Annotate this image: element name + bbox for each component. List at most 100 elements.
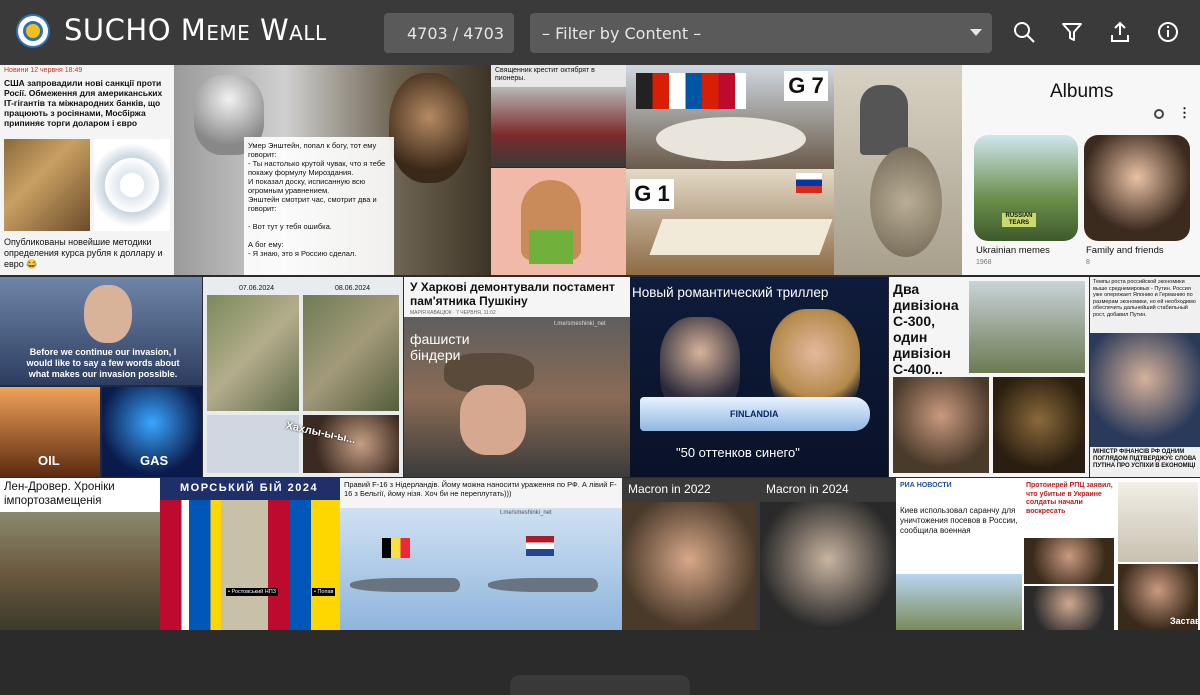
chevron-down-icon [970, 29, 982, 36]
meme-tile[interactable] [834, 65, 962, 275]
joke-text: Умер Энштейн, попал к богу, тот ему гово… [244, 137, 394, 275]
tile-subtitle: МАРІЯ КАВАЦЮК · 7 ЧЕРВНЯ, 11:02 [410, 310, 496, 316]
label-left: Macron in 2022 [628, 482, 711, 496]
tile-title: МОРСЬКИЙ БІЙ 2024 [180, 482, 319, 494]
logo [16, 14, 50, 48]
album2-count: 8 [1086, 259, 1090, 266]
jet-right [488, 578, 598, 592]
russian-flag [796, 173, 822, 193]
meme-tile[interactable]: Правий F-16 з Нідерландів. Йому можна на… [340, 478, 622, 630]
oil-label: OIL [38, 453, 60, 468]
pioneers-photo [491, 87, 626, 167]
flags-photo [160, 500, 340, 630]
wooden-car-photo [0, 512, 160, 630]
round-table [656, 117, 806, 161]
meme-tile[interactable]: МОРСЬКИЙ БІЙ 2024 • Ростовський НПЗ • По… [160, 478, 340, 630]
jet-left [350, 578, 460, 592]
image-counter[interactable]: 4703 / 4703 [384, 13, 514, 53]
meme-tile[interactable]: Священник крестит октябрят в пионеры. [491, 65, 626, 167]
search-icon[interactable] [1012, 20, 1036, 44]
tile-text: Правий F-16 з Нідерландів. Йому можна на… [344, 480, 617, 498]
meme-tile[interactable]: Два дивізіона С-300, один дивізіон С-400… [889, 277, 1089, 477]
meme-tile[interactable]: Новый романтический триллер FINLANDIA "5… [630, 277, 888, 477]
jesus-photo [389, 73, 469, 183]
belgian-flag [382, 538, 410, 558]
more-icon: ⋮ [1178, 105, 1191, 120]
tarot-cards-image [4, 139, 90, 231]
sailor-boy [860, 85, 908, 155]
meme-tile[interactable]: Albums ⋮ RUSSIAN TEARS Ukrainian memes 1… [962, 65, 1200, 275]
footer-text: Застав [1170, 616, 1200, 626]
meme-wall: Новини 12 червня 18:49 США запровадили н… [0, 65, 1200, 695]
info-icon[interactable] [1156, 20, 1180, 44]
albums-title: Albums [1050, 81, 1114, 102]
dog-image [993, 377, 1085, 473]
meme-tile[interactable]: Before we continue our invasion, I would… [0, 277, 202, 477]
upload-icon[interactable] [1108, 20, 1132, 44]
man-photo [1024, 586, 1114, 630]
tile-caption: Священник крестит октябрят в пионеры. [495, 67, 595, 82]
app-title: SUCHO Meme Wall [64, 13, 327, 47]
meme-tile[interactable]: G 1 [626, 169, 834, 275]
meme-tile[interactable]: РИА НОВОСТИ Киев использовал саранчу для… [896, 478, 1022, 630]
filter-icon[interactable] [1060, 20, 1084, 44]
watermark: t.me/smeshinki_net [554, 321, 606, 327]
satellite-image-right [303, 295, 399, 411]
album2-name: Family and friends [1086, 245, 1164, 256]
meme-tile[interactable]: У Харкові демонтували постамент пам'ятни… [404, 277, 630, 477]
flags [636, 73, 746, 109]
man-on-phone-image [893, 377, 989, 473]
tile-title: У Харкові демонтували постамент пам'ятни… [410, 280, 615, 308]
brand: РИА НОВОСТИ [900, 482, 952, 489]
meme-tile[interactable]: Протоиерей РПЦ заявил, что убитые в Укра… [1022, 478, 1200, 630]
tile-header: Новини 12 червня 18:49 [4, 67, 83, 74]
tile-title: США запровадили нові санкції проти Росії… [4, 78, 163, 128]
rabbit-shirt [529, 230, 573, 264]
meme-tile[interactable]: G 7 [626, 65, 834, 169]
label-right: Macron in 2024 [766, 482, 849, 496]
label-2: • Попав [312, 588, 336, 596]
priest-photo [1024, 538, 1114, 584]
tile-title: Лен-Дровер. Хроніки імпортозамещенія [4, 481, 115, 507]
tile-caption: "50 оттенков синего" [676, 445, 800, 460]
headline: Протоиерей РПЦ заявил, что убитые в Укра… [1026, 482, 1113, 515]
jar-label: RUSSIAN TEARS [1002, 213, 1036, 227]
face [84, 285, 132, 343]
meme-tile[interactable]: Macron in 2022 Macron in 2024 [622, 478, 896, 630]
g7-label: G 7 [784, 71, 828, 101]
headline: Киев использовал саранчу для уничтожения… [900, 506, 1018, 535]
meme-tile[interactable]: Умер Энштейн, попал к богу, тот ему гово… [174, 65, 491, 275]
macron-2022-photo [622, 502, 756, 630]
g1-label: G 1 [630, 179, 674, 209]
meme-tile[interactable]: Лен-Дровер. Хроніки імпортозамещенія [0, 478, 160, 630]
album1-count: 1968 [976, 259, 992, 266]
album-cover-woman [1084, 135, 1190, 241]
tile-title: Новый романтический триллер [632, 285, 829, 300]
meme-tile[interactable]: 07.06.2024 08.06.2024 Хахлы-ы-ы... [203, 277, 403, 477]
gas-label: GAS [140, 453, 169, 468]
jar-photo [1118, 482, 1198, 562]
dutch-flag [526, 536, 554, 556]
meme-tile[interactable]: Новини 12 червня 18:49 США запровадили н… [0, 65, 174, 275]
date-left: 07.06.2024 [239, 285, 275, 292]
tile-caption: Опубликованы новейшие методики определен… [4, 237, 163, 269]
search-icon [1154, 109, 1164, 119]
overlay-text: фашисти біндери [410, 331, 470, 363]
zodiac-wheel-image [94, 139, 170, 231]
satellite-image-left [207, 295, 299, 411]
macron-2024-photo [760, 502, 896, 630]
filter-placeholder: – Filter by Content – [542, 23, 702, 43]
content-filter-select[interactable]: – Filter by Content – [530, 13, 992, 53]
minister-photo [1090, 333, 1200, 447]
watermark: t.me/smeshinki_net [500, 510, 552, 516]
meme-tile[interactable]: Темпы роста российской экономики выше ср… [1090, 277, 1200, 477]
launchers-crossed-image [969, 281, 1085, 373]
meme-tile[interactable] [491, 168, 626, 275]
ruble-coin [870, 147, 942, 257]
album1-name: Ukrainian memes [976, 245, 1050, 256]
face [460, 385, 526, 455]
long-table [649, 219, 833, 255]
top-bar: SUCHO Meme Wall 4703 / 4703 – Filter by … [0, 0, 1200, 65]
bottom-toolbar-handle[interactable] [510, 675, 690, 695]
tile-caption: МІНІСТР ФІНАНСІВ РФ ОДНИМ ПОГЛЯДОМ ПІДТВ… [1093, 449, 1197, 469]
